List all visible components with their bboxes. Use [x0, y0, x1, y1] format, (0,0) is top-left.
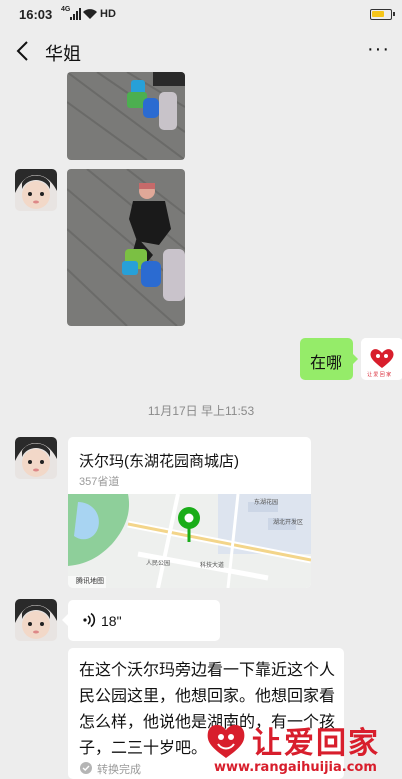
image-message[interactable] — [67, 169, 185, 326]
status-bar: 16:03 4G HD — [0, 0, 402, 30]
contact-avatar[interactable] — [15, 169, 57, 211]
voice-message-bubble[interactable]: 18" — [68, 600, 220, 641]
hd-indicator: HD — [100, 8, 116, 20]
transcript-status: 转换完成 — [97, 764, 141, 776]
map-label: 人民公园 — [146, 561, 171, 567]
contact-avatar[interactable] — [15, 599, 57, 641]
network-type: 4G — [61, 6, 71, 13]
watermark: 让爱回家 www.rangaihuijia.com — [204, 718, 402, 779]
watermark-url: www.rangaihuijia.com — [214, 760, 377, 775]
battery-icon — [370, 9, 395, 20]
map-label: 湖北开发区 — [273, 520, 304, 526]
self-avatar-label: 让 爱 回 家 — [367, 372, 392, 378]
image-message[interactable] — [67, 72, 185, 160]
sent-message-text: 在哪 — [310, 355, 343, 372]
watermark-heart-logo — [207, 724, 245, 758]
location-map-thumbnail — [68, 494, 311, 588]
chat-title: 华姐 — [45, 44, 81, 64]
self-avatar[interactable]: 让 爱 回 家 — [361, 338, 402, 380]
sent-message-bubble[interactable]: 在哪 — [300, 338, 353, 380]
watermark-title: 让爱回家 — [252, 726, 380, 761]
wifi-icon — [83, 9, 97, 19]
map-provider-label: 腾讯地图 — [76, 578, 104, 585]
more-options-button[interactable]: ··· — [367, 38, 390, 61]
chat-header: 华姐 ··· — [0, 30, 402, 72]
street-photo-image — [67, 169, 185, 326]
location-address: 357省道 — [79, 476, 120, 488]
contact-avatar[interactable] — [15, 437, 57, 479]
status-time: 16:03 — [19, 7, 53, 22]
location-message-card[interactable]: 沃尔玛(东湖花园商城店) 357省道 腾讯地图 东湖花园 人民公园 科技大道 湖… — [68, 437, 311, 588]
signal-icon — [70, 8, 81, 20]
message-timestamp: 11月17日 早上11:53 — [147, 404, 255, 418]
location-name: 沃尔玛(东湖花园商城店) — [79, 453, 239, 470]
street-photo-image — [67, 72, 185, 160]
back-arrow-icon[interactable] — [12, 38, 36, 64]
map-label: 东湖花园 — [254, 500, 279, 506]
map-label: 科技大道 — [200, 563, 225, 569]
voice-wave-icon — [83, 612, 96, 628]
check-circle-icon — [80, 762, 92, 774]
voice-duration: 18" — [101, 613, 122, 629]
bubble-tail — [352, 353, 358, 365]
